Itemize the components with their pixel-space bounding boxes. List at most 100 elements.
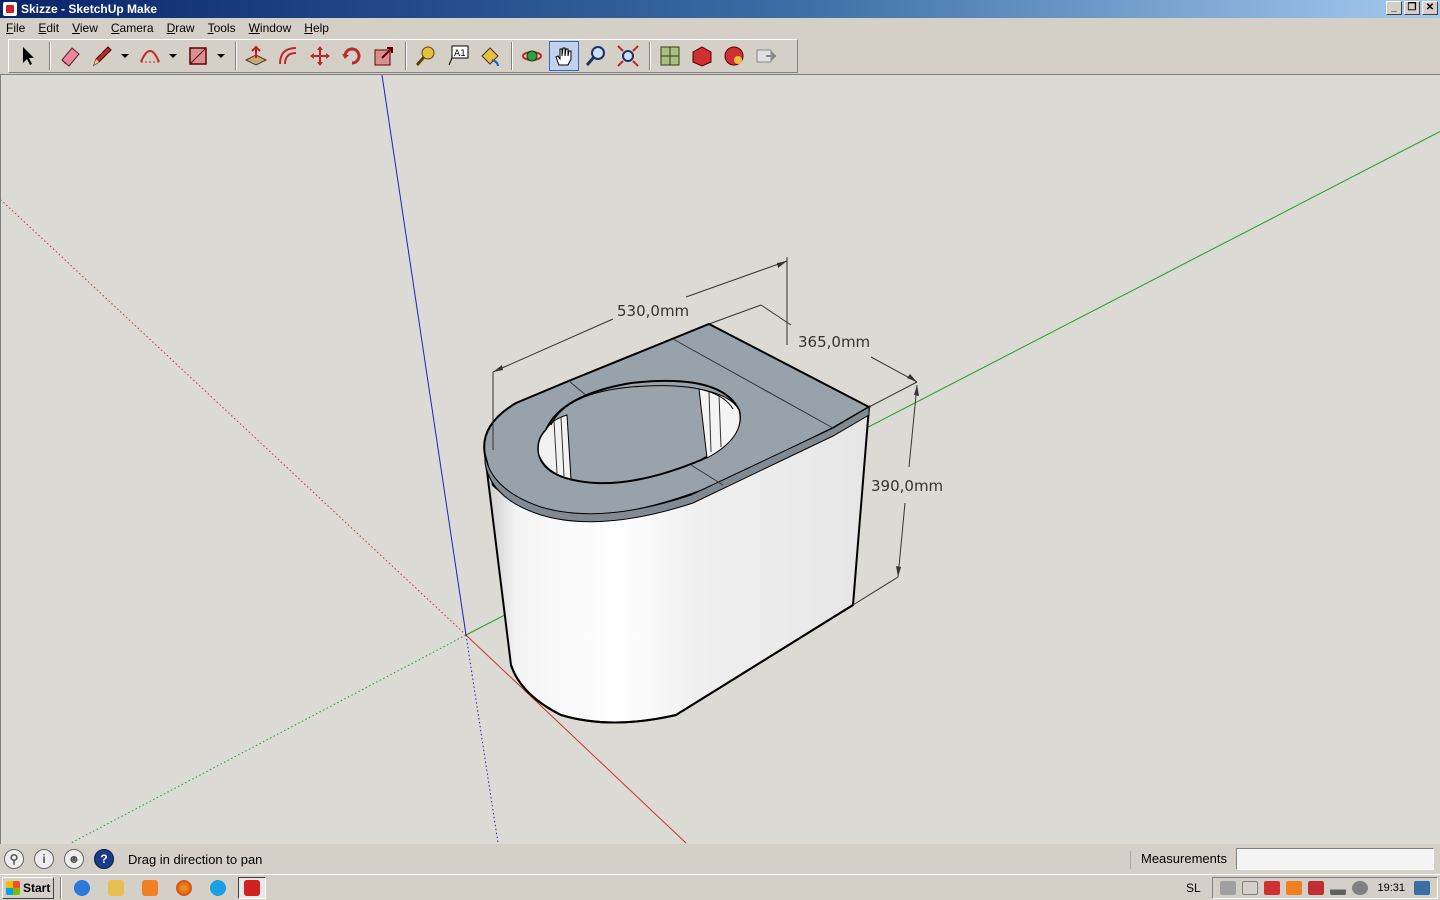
measurements-label: Measurements [1130,851,1227,869]
skype-icon [210,879,226,896]
status-bar: ⚲ i ☻ ? Drag in direction to pan Measure… [0,845,1440,873]
menu-help[interactable]: Help [304,21,329,35]
measurements-input[interactable] [1236,848,1434,870]
start-button[interactable]: Start [2,876,54,899]
menu-file[interactable]: File [6,21,25,35]
taskbar-sketchup[interactable] [238,876,266,899]
dim-depth-extension [708,304,762,325]
dim-arrow [907,374,917,382]
chevron-down-icon [217,54,225,58]
taskbar-skype[interactable] [204,877,232,899]
rotate-icon [342,47,361,65]
menu-window[interactable]: Window [249,21,292,35]
tray-app-icon[interactable] [1308,881,1325,895]
status-hint: Drag in direction to pan [128,851,263,867]
title-bar: Skizze - SketchUp Make _ ❐ ✕ [0,0,1440,18]
dimension-depth-label[interactable]: 365,0mm [798,333,870,351]
toolbar-separator [49,42,51,70]
layout-icon [756,49,777,63]
menu-view[interactable]: View [72,21,98,35]
show-desktop-icon[interactable] [1414,881,1430,895]
paint-bucket-tool[interactable] [475,41,505,71]
tape-measure-tool[interactable] [411,41,441,71]
share-model[interactable] [687,41,717,71]
dimension-height-label[interactable]: 390,0mm [871,477,943,495]
folder-icon [108,879,124,896]
tray-app-icon[interactable] [1286,881,1303,895]
text-tool[interactable]: A1 [443,41,473,71]
zoom-extents-icon [617,45,639,67]
offset-tool[interactable] [273,41,303,71]
geo-location-icon[interactable]: ⚲ [4,849,24,869]
toolbar-separator [649,42,651,70]
scale-tool[interactable] [369,41,399,71]
main-toolbar: A1 [8,39,798,73]
line-tool[interactable] [87,41,117,71]
dim-height-line-top [908,384,918,468]
tape-measure-icon [415,46,435,66]
instructor-help-icon[interactable]: ? [94,849,114,869]
svg-text:A1: A1 [454,49,466,59]
user-account-icon[interactable]: ☻ [64,849,84,869]
tray-app-icon[interactable] [1264,881,1281,895]
volume-icon[interactable] [1352,881,1369,895]
text-icon: A1 [448,45,469,66]
keyboard-icon[interactable] [1220,881,1237,895]
rectangle-tool[interactable] [183,41,213,71]
dimension-width-label[interactable]: 530,0mm [617,302,689,320]
toolbar-separator [235,42,237,70]
rectangle-icon [189,47,207,65]
magnifier-icon [585,46,605,66]
toolbar-separator [511,42,513,70]
taskbar-firefox[interactable] [170,877,198,899]
send-to-layout[interactable] [751,41,781,71]
ie-icon [74,879,90,896]
eraser-tool[interactable] [55,41,85,71]
zoom-tool[interactable] [581,41,611,71]
select-tool[interactable] [13,41,43,71]
scene-canvas[interactable] [1,75,1440,844]
firefox-icon [176,879,192,896]
menu-edit[interactable]: Edit [38,21,59,35]
arc-tool-dropdown[interactable] [167,41,179,71]
taskbar-media-player[interactable] [136,877,164,899]
push-pull-tool[interactable] [241,41,271,71]
menu-camera[interactable]: Camera [111,21,154,35]
z-axis-negative [465,634,499,844]
move-tool[interactable] [305,41,335,71]
zoom-extents-tool[interactable] [613,41,643,71]
network-signal-icon[interactable] [1330,881,1347,895]
orbit-tool[interactable] [517,41,547,71]
credits-info-icon[interactable]: i [34,849,54,869]
language-indicator[interactable]: SL [1186,881,1201,895]
dim-height-extension [852,576,899,606]
restore-button[interactable]: ❐ [1404,1,1420,15]
rotate-tool[interactable] [337,41,367,71]
dim-width-line-left [492,318,614,373]
3d-warehouse[interactable] [655,41,685,71]
show-hidden-icons-icon[interactable] [1242,881,1259,895]
sketchup-icon [244,879,260,896]
menu-draw[interactable]: Draw [167,21,195,35]
offset-icon [279,47,297,65]
scale-icon [374,47,393,66]
system-clock[interactable]: 19:31 [1377,882,1405,894]
rectangle-tool-dropdown[interactable] [215,41,227,71]
move-icon [310,46,330,66]
modeling-viewport[interactable]: 530,0mm 365,0mm 390,0mm [0,74,1440,844]
pan-tool[interactable] [549,41,579,71]
chevron-down-icon [169,54,177,58]
taskbar-internet-explorer[interactable] [68,877,96,899]
extension-warehouse[interactable] [719,41,749,71]
minimize-button[interactable]: _ [1386,1,1402,15]
line-tool-dropdown[interactable] [119,41,131,71]
arc-tool[interactable] [135,41,165,71]
menu-tools[interactable]: Tools [208,21,236,35]
taskbar-file-explorer[interactable] [102,877,130,899]
taskbar-separator [60,876,62,899]
window-title: Skizze - SketchUp Make [21,2,158,16]
arc-icon [140,50,160,63]
taskbar: Start SL 19:31 [0,874,1440,900]
dim-width-line-right [685,260,788,298]
close-button[interactable]: ✕ [1422,1,1438,15]
